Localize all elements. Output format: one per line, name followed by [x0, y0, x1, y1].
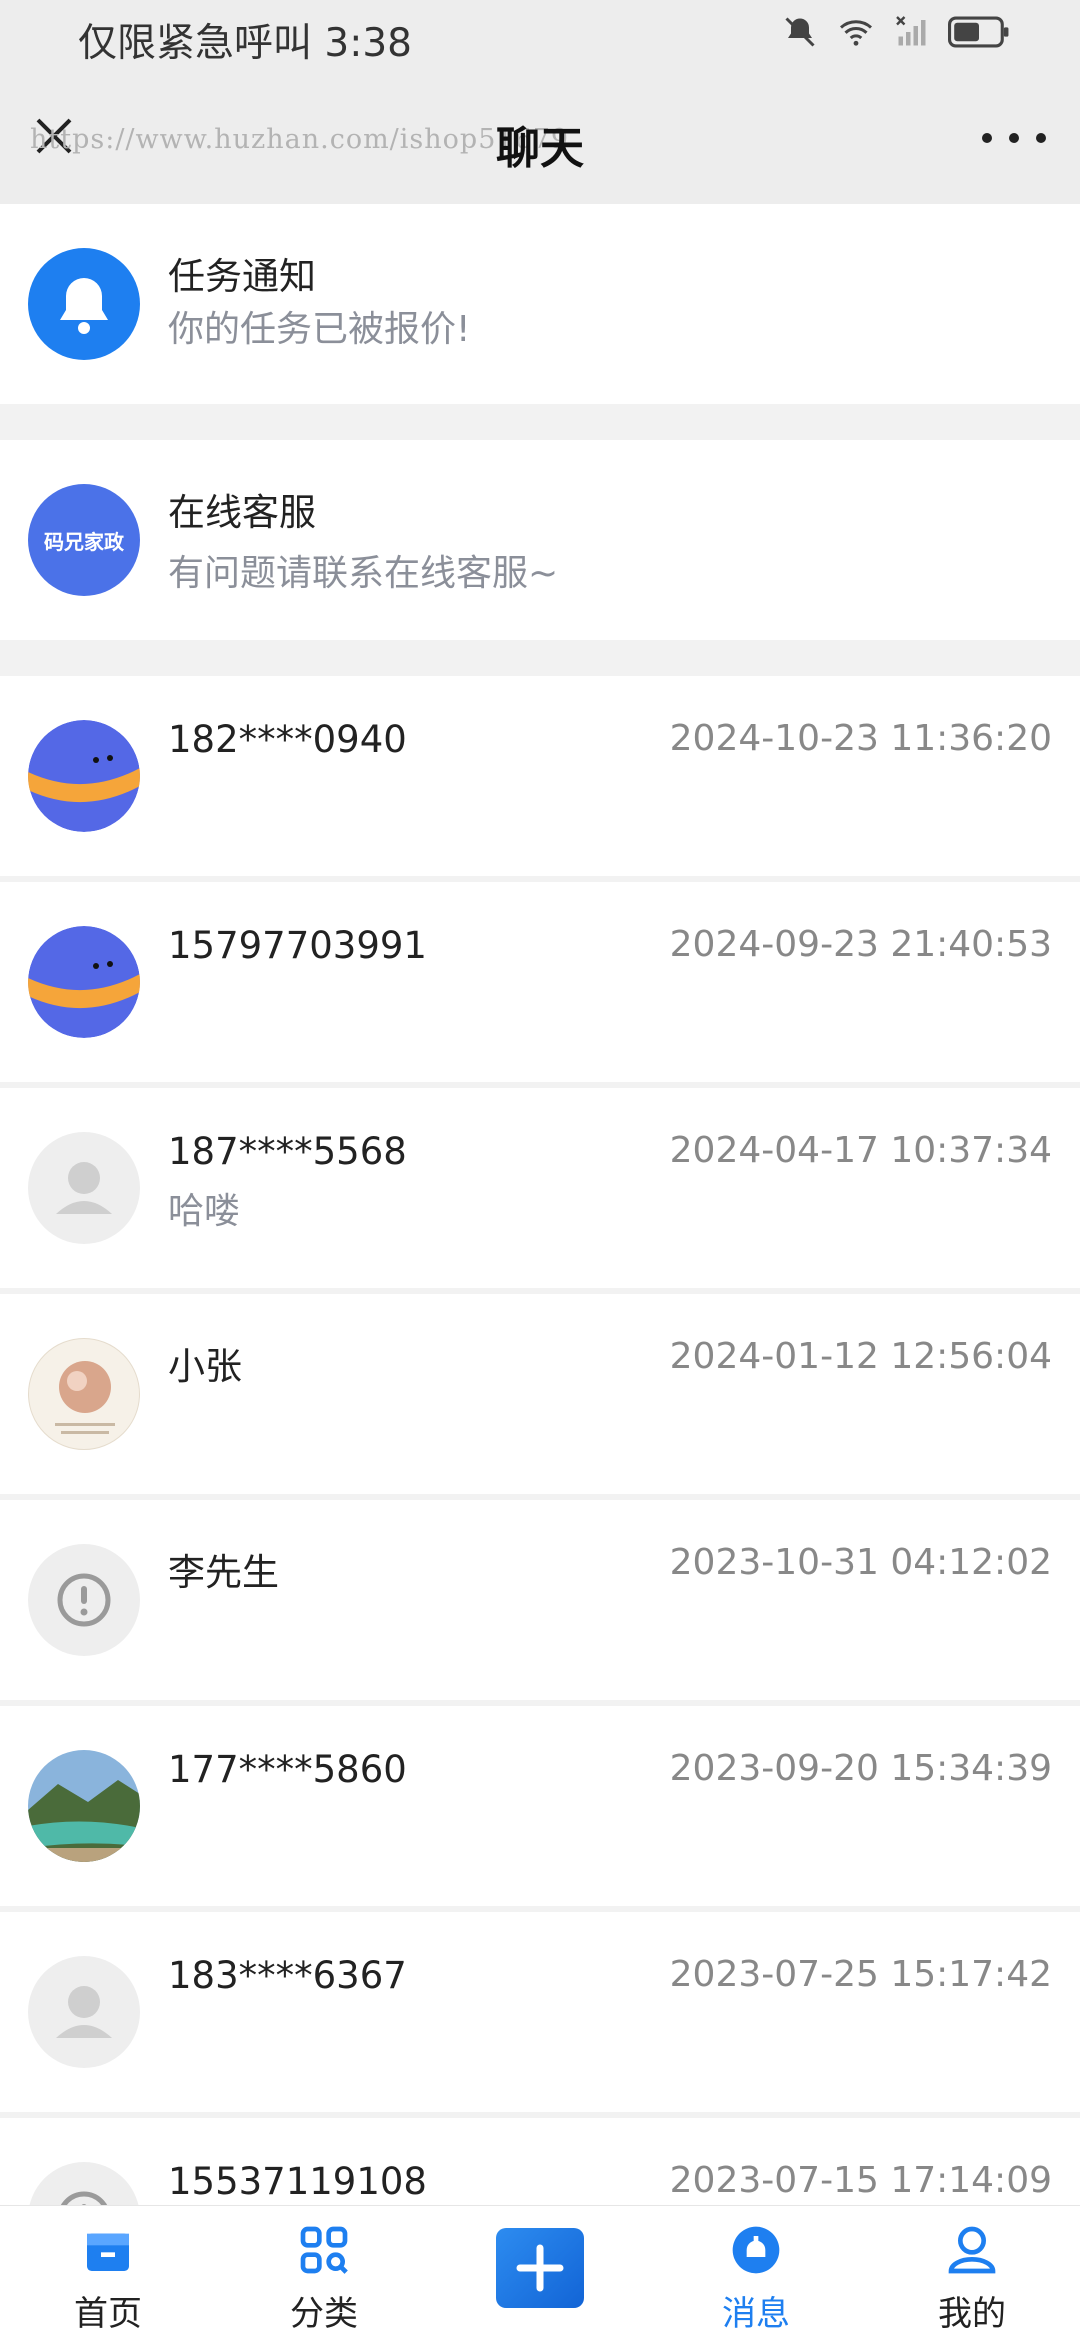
- conversation-item[interactable]: 小张 2024-01-12 12:56:04: [0, 1294, 1080, 1494]
- conversation-name: 183****6367: [168, 1954, 407, 1997]
- service-logo-avatar: 码兄家政: [28, 484, 140, 596]
- conversation-time: 2024-09-23 21:40:53: [669, 924, 1052, 965]
- warning-avatar: [28, 1544, 140, 1656]
- plus-icon: [516, 2244, 564, 2292]
- status-icons: [782, 14, 1010, 50]
- conversation-preview: 你的任务已被报价!: [168, 309, 471, 350]
- tab-label: 我的: [938, 2294, 1006, 2334]
- default-user-avatar: [28, 1132, 140, 1244]
- conversation-name: 182****0940: [168, 718, 407, 761]
- tab-profile[interactable]: 我的: [902, 2206, 1042, 2341]
- planet-avatar: [28, 720, 140, 832]
- conversation-preview: 哈喽: [168, 1191, 241, 1232]
- conversation-time: 2024-04-17 10:37:34: [669, 1130, 1052, 1171]
- home-icon: [87, 2233, 129, 2271]
- status-bar: 仅限紧急呼叫 3:38: [0, 0, 1080, 76]
- conversation-time: 2024-10-23 11:36:20: [669, 718, 1052, 759]
- conversation-item-task-notice[interactable]: 任务通知 你的任务已被报价!: [0, 204, 1080, 404]
- mute-bell-icon: [785, 17, 815, 47]
- tab-label: 消息: [722, 2294, 790, 2334]
- conversation-time: 2024-01-12 12:56:04: [669, 1336, 1052, 1377]
- tab-label: 分类: [290, 2294, 358, 2334]
- service-logo-text: 码兄家政: [44, 529, 124, 554]
- conversation-item[interactable]: 183****6367 2023-07-25 15:17:42: [0, 1912, 1080, 2112]
- landscape-avatar: [28, 1750, 140, 1862]
- conversation-item[interactable]: 187****5568 哈喽 2024-04-17 10:37:34: [0, 1088, 1080, 1288]
- publish-button[interactable]: [496, 2228, 584, 2308]
- conversation-time: 2023-09-20 15:34:39: [669, 1748, 1052, 1789]
- tab-home[interactable]: 首页: [38, 2206, 178, 2341]
- more-dot-icon: [1009, 133, 1019, 143]
- conversation-time: 2023-10-31 04:12:02: [669, 1542, 1052, 1583]
- bottom-tab-bar: 首页 分类 消息 我的: [0, 2205, 1080, 2341]
- tab-category[interactable]: 分类: [254, 2206, 394, 2341]
- watermark-url: https://www.huzhan.com/ishop51679: [30, 124, 570, 155]
- signal-icon: [896, 16, 926, 46]
- conversation-name: 小张: [168, 1345, 242, 1388]
- default-user-avatar: [28, 1956, 140, 2068]
- more-options-button[interactable]: [982, 126, 1046, 150]
- profile-icon: [948, 2226, 996, 2274]
- conversation-name: 15797703991: [168, 924, 427, 967]
- page-title: 聊天: [496, 123, 584, 174]
- tab-messages[interactable]: 消息: [686, 2206, 826, 2341]
- category-icon: [300, 2226, 348, 2274]
- photo-avatar: [28, 1338, 140, 1450]
- conversation-time: 2023-07-15 17:14:09: [669, 2160, 1052, 2201]
- wifi-icon: [840, 20, 872, 46]
- conversation-time: 2023-07-25 15:17:42: [669, 1954, 1052, 1995]
- conversation-name: 任务通知: [168, 255, 316, 298]
- more-dot-icon: [982, 133, 992, 143]
- conversation-preview: 有问题请联系在线客服~: [168, 553, 559, 594]
- bell-icon: [28, 248, 140, 360]
- message-icon: [732, 2226, 780, 2274]
- conversation-item[interactable]: 177****5860 2023-09-20 15:34:39: [0, 1706, 1080, 1906]
- nav-bar: https://www.huzhan.com/ishop51679 聊天: [0, 76, 1080, 204]
- conversation-name: 177****5860: [168, 1748, 407, 1791]
- conversation-item[interactable]: 182****0940 2024-10-23 11:36:20: [0, 676, 1080, 876]
- conversation-item[interactable]: 15797703991 2024-09-23 21:40:53: [0, 882, 1080, 1082]
- status-text: 仅限紧急呼叫 3:38: [78, 21, 412, 66]
- conversation-item-online-service[interactable]: 码兄家政 在线客服 有问题请联系在线客服~: [0, 440, 1080, 640]
- conversation-item[interactable]: 李先生 2023-10-31 04:12:02: [0, 1500, 1080, 1700]
- tab-label: 首页: [74, 2294, 142, 2334]
- more-dot-icon: [1036, 133, 1046, 143]
- battery-icon: [948, 16, 1009, 48]
- conversation-name: 15537119108: [168, 2160, 427, 2203]
- conversation-name: 187****5568: [168, 1130, 407, 1173]
- conversation-name: 在线客服: [168, 491, 316, 534]
- planet-avatar: [28, 926, 140, 1038]
- conversation-name: 李先生: [168, 1551, 279, 1594]
